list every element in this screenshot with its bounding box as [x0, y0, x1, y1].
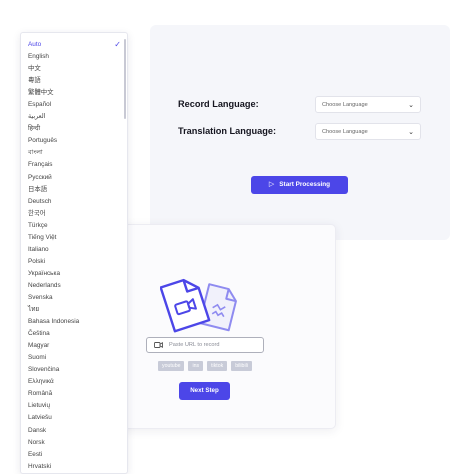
language-option[interactable]: English	[21, 51, 127, 63]
scrollbar[interactable]	[124, 39, 126, 119]
language-option[interactable]: 日本語	[21, 184, 127, 196]
language-option[interactable]: Bahasa Indonesia	[21, 316, 127, 328]
language-option[interactable]: বাংলা	[21, 147, 127, 159]
language-option-label: Polski	[28, 257, 46, 265]
language-option[interactable]: Lietuvių	[21, 400, 127, 412]
platform-chips: youtube ins tiktok bilibili	[158, 361, 252, 371]
language-option-label: Română	[28, 390, 53, 398]
language-option-label: Tiếng Việt	[28, 233, 57, 241]
video-files-illustration-icon	[160, 278, 237, 333]
language-option-label: Hrvatski	[28, 462, 52, 470]
language-option-label: 한국어	[28, 209, 46, 217]
language-option[interactable]: العربية	[21, 111, 127, 123]
language-option-label: Slovenčina	[28, 366, 60, 374]
language-option[interactable]: Latviešu	[21, 412, 127, 424]
language-option-label: Ελληνικά	[28, 378, 54, 386]
language-option-label: Bahasa Indonesia	[28, 318, 80, 326]
language-option-label: বাংলা	[28, 149, 43, 157]
url-placeholder: Paste URL to record	[169, 342, 220, 348]
language-option-label: 繁體中文	[28, 89, 54, 97]
chevron-down-icon: ⌄	[408, 129, 414, 136]
language-option[interactable]: Čeština	[21, 328, 127, 340]
language-option-label: Türkçe	[28, 221, 48, 229]
language-option-label: Magyar	[28, 342, 50, 350]
play-icon: ▷	[268, 181, 275, 188]
language-option[interactable]: ไทย	[21, 304, 127, 316]
language-option[interactable]: Auto ✓	[21, 39, 127, 51]
language-option[interactable]: Português	[21, 135, 127, 147]
platform-chip[interactable]: tiktok	[207, 361, 228, 371]
language-dropdown-list: Auto ✓ English 中文粵語繁體中文 Español العربية हिन्दी…	[20, 32, 128, 474]
language-option[interactable]: 中文	[21, 63, 127, 75]
language-option[interactable]: Eesti	[21, 449, 127, 461]
language-option-label: Deutsch	[28, 197, 52, 205]
language-option[interactable]: Tiếng Việt	[21, 232, 127, 244]
language-option-label: 中文	[28, 65, 41, 73]
language-option-label: Lietuvių	[28, 402, 51, 410]
language-option-label: Español	[28, 101, 52, 109]
language-option-label: Français	[28, 161, 53, 169]
settings-card: Record Language: Choose Language ⌄ Trans…	[150, 25, 450, 240]
language-option[interactable]: हिन्दी	[21, 123, 127, 135]
language-option-label: Русский	[28, 173, 52, 181]
language-option-label: Português	[28, 137, 58, 145]
record-language-select[interactable]: Choose Language ⌄	[315, 96, 421, 113]
language-option-label: Eesti	[28, 450, 43, 458]
url-input[interactable]: Paste URL to record	[146, 337, 264, 353]
language-option[interactable]: Türkçe	[21, 220, 127, 232]
platform-chip[interactable]: youtube	[158, 361, 185, 371]
video-camera-icon	[154, 342, 163, 348]
language-option-label: 粵語	[28, 77, 41, 85]
language-option-label: Italiano	[28, 245, 49, 253]
language-option-label: Latviešu	[28, 414, 52, 422]
language-option-label: Dansk	[28, 426, 47, 434]
language-option[interactable]: 粵語	[21, 75, 127, 87]
language-option[interactable]: Español	[21, 99, 127, 111]
language-option-label: العربية	[28, 113, 46, 121]
language-option-label: Українська	[28, 269, 60, 277]
language-option[interactable]: Dansk	[21, 425, 127, 437]
record-language-select-value: Choose Language	[322, 102, 368, 108]
language-option-label: Norsk	[28, 438, 45, 446]
language-option[interactable]: Deutsch	[21, 196, 127, 208]
language-option[interactable]: Magyar	[21, 340, 127, 352]
language-option[interactable]: Русский	[21, 172, 127, 184]
start-processing-label: Start Processing	[279, 181, 331, 188]
language-option[interactable]: Ελληνικά	[21, 376, 127, 388]
language-option[interactable]: Nederlands	[21, 280, 127, 292]
language-option-label: ไทย	[28, 306, 40, 314]
language-option-label: 日本語	[28, 185, 48, 193]
language-option[interactable]: Italiano	[21, 244, 127, 256]
language-option[interactable]: Hrvatski	[21, 461, 127, 473]
platform-chip[interactable]: ins	[188, 361, 204, 371]
start-processing-button[interactable]: ▷ Start Processing	[251, 176, 348, 194]
language-list: Auto ✓ English 中文粵語繁體中文 Español العربية हिन्दी…	[21, 39, 127, 473]
language-option-label: Auto	[28, 41, 42, 48]
language-option[interactable]: Română	[21, 388, 127, 400]
language-option[interactable]: 한국어	[21, 208, 127, 220]
language-option-label: Nederlands	[28, 281, 61, 289]
translation-language-select[interactable]: Choose Language ⌄	[315, 123, 421, 140]
language-option[interactable]: Svenska	[21, 292, 127, 304]
language-option-label: Čeština	[28, 330, 50, 338]
translation-language-select-value: Choose Language	[322, 129, 368, 135]
chevron-down-icon: ⌄	[408, 102, 414, 109]
next-step-button[interactable]: Next Step	[179, 382, 230, 400]
language-option[interactable]: 繁體中文	[21, 87, 127, 99]
language-option[interactable]: Polski	[21, 256, 127, 268]
language-option[interactable]: Українська	[21, 268, 127, 280]
language-option-label: हिन्दी	[28, 125, 41, 133]
language-option[interactable]: Norsk	[21, 437, 127, 449]
language-option[interactable]: Suomi	[21, 352, 127, 364]
record-language-label: Record Language:	[178, 99, 259, 109]
platform-chip[interactable]: bilibili	[231, 361, 252, 371]
checkmark-icon: ✓	[114, 40, 121, 49]
language-option-label: Svenska	[28, 293, 53, 301]
language-option-label: Suomi	[28, 354, 47, 362]
language-option[interactable]: Slovenčina	[21, 364, 127, 376]
language-option-label: English	[28, 53, 49, 61]
language-option[interactable]: Français	[21, 159, 127, 171]
translation-language-label: Translation Language:	[178, 126, 277, 136]
